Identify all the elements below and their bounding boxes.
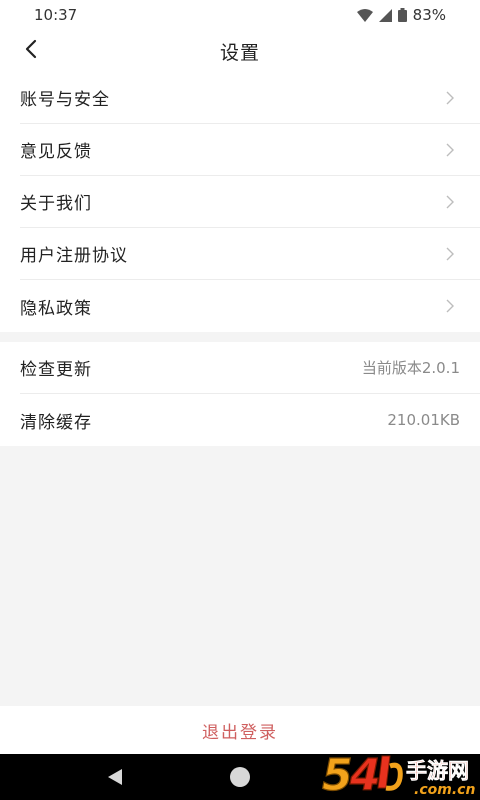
- back-button[interactable]: [14, 34, 48, 68]
- status-time: 10:37: [34, 6, 78, 24]
- settings-item-label: 隐私政策: [20, 298, 92, 319]
- settings-screen: 10:37 83% 设置 账号与安全 意见反馈 关于我们 用户注册协议 隐私政策…: [0, 0, 480, 800]
- settings-item-privacy-policy[interactable]: 隐私政策: [20, 280, 480, 332]
- svg-text:手游网: 手游网: [406, 759, 469, 783]
- chevron-right-icon: [440, 244, 460, 264]
- svg-text:.com.cn: .com.cn: [414, 782, 475, 798]
- page-title: 设置: [219, 41, 260, 64]
- settings-item-label: 用户注册协议: [20, 246, 128, 266]
- chevron-right-icon: [440, 192, 460, 212]
- version-value: 当前版本2.0.1: [361, 359, 460, 377]
- settings-item-label: 关于我们: [20, 194, 92, 214]
- settings-item-account-security[interactable]: 账号与安全: [20, 72, 480, 124]
- chevron-right-icon: [440, 296, 460, 316]
- chevron-right-icon: [440, 140, 460, 160]
- battery-icon: [397, 8, 407, 22]
- signal-icon: [378, 8, 392, 22]
- settings-item-label: 账号与安全: [20, 90, 110, 110]
- settings-item-label: 清除缓存: [20, 412, 92, 433]
- nav-home-icon[interactable]: [230, 767, 250, 787]
- settings-group-main: 账号与安全 意见反馈 关于我们 用户注册协议 隐私政策: [0, 72, 480, 332]
- settings-item-label: 意见反馈: [20, 142, 92, 162]
- status-bar: 10:37 83%: [0, 0, 480, 30]
- svg-text:4: 4: [349, 750, 381, 798]
- settings-group-app: 检查更新 当前版本2.0.1 清除缓存 210.01KB: [0, 342, 480, 446]
- wifi-icon: [356, 8, 373, 22]
- nav-back-icon[interactable]: [106, 768, 124, 790]
- status-icons: 83%: [356, 6, 446, 24]
- battery-percent: 83%: [412, 6, 446, 24]
- settings-item-user-agreement[interactable]: 用户注册协议: [20, 228, 480, 280]
- chevron-left-icon: [24, 39, 38, 63]
- settings-item-about-us[interactable]: 关于我们: [20, 176, 480, 228]
- chevron-right-icon: [440, 88, 460, 108]
- settings-item-feedback[interactable]: 意见反馈: [20, 124, 480, 176]
- settings-item-label: 检查更新: [20, 360, 92, 380]
- logout-button[interactable]: 退出登录: [202, 718, 278, 743]
- site-watermark-logo: 5 4 手游网 .com.cn: [320, 744, 476, 800]
- settings-item-clear-cache[interactable]: 清除缓存 210.01KB: [20, 394, 480, 446]
- app-bar: 设置: [0, 30, 480, 72]
- svg-text:5: 5: [322, 750, 353, 798]
- settings-item-check-update[interactable]: 检查更新 当前版本2.0.1: [20, 342, 480, 394]
- cache-size-value: 210.01KB: [387, 411, 460, 429]
